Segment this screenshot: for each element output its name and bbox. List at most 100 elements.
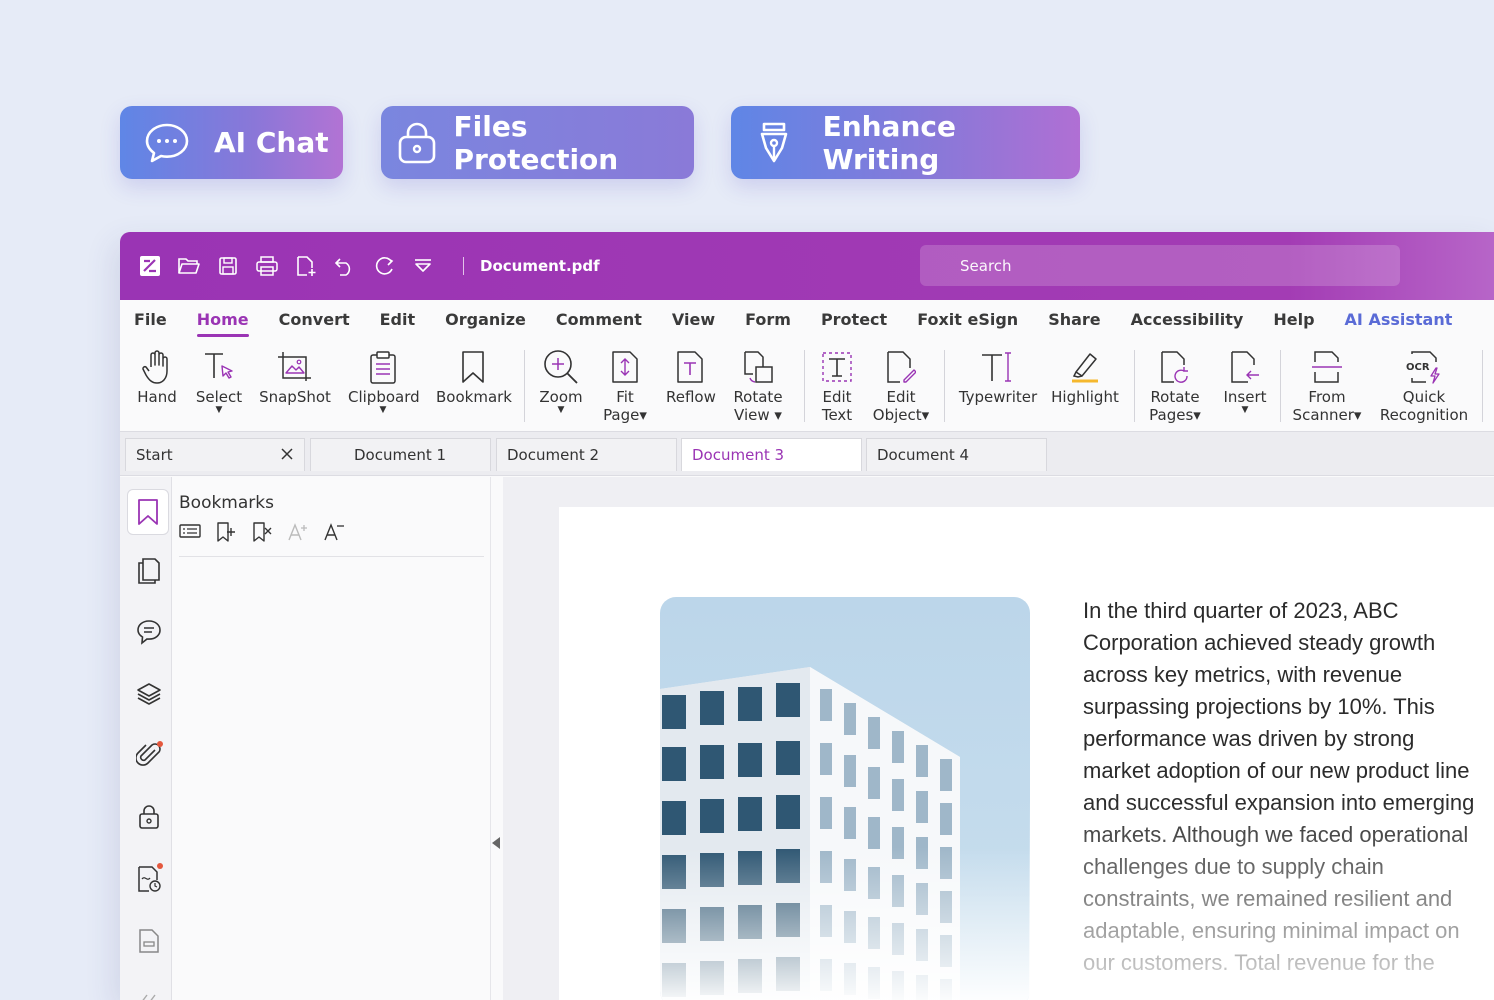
search-input[interactable]: Search	[920, 245, 1400, 286]
rotate-label: Rotate	[733, 388, 783, 406]
typewriter-button[interactable]: Typewriter	[958, 346, 1038, 406]
menu-home[interactable]: Home	[196, 310, 249, 337]
hand-icon	[134, 346, 180, 388]
print-icon[interactable]	[255, 254, 279, 278]
rotate-pages-second-line: Pages	[1149, 406, 1194, 424]
document-view[interactable]: In the third quarter of 2023, ABC Corpor…	[503, 477, 1494, 1000]
ocr-badge-text: OCR	[1406, 362, 1430, 373]
menu-accessibility[interactable]: Accessibility	[1131, 310, 1244, 329]
edit-text-button[interactable]: Edit Text	[816, 346, 858, 424]
clipboard-dropdown-caret[interactable]: ▼	[348, 406, 418, 415]
menu-file[interactable]: File	[134, 310, 167, 329]
from-scanner-button[interactable]: From Scanner▾	[1292, 346, 1362, 424]
page-label: Page▾	[603, 406, 647, 424]
attachments-panel-icon[interactable]	[129, 735, 169, 775]
hand-tool-button[interactable]: Hand	[134, 346, 180, 406]
menu-share[interactable]: Share	[1048, 310, 1100, 329]
menu-bar: File Home Convert Edit Organize Comment …	[120, 300, 1494, 338]
bookmarks-divider	[179, 556, 484, 557]
recognition-label: Recognition	[1379, 406, 1469, 424]
quick-label: Quick	[1402, 388, 1446, 406]
tab-start[interactable]: Start	[125, 438, 305, 471]
zoom-button[interactable]: Zoom ▼	[536, 346, 586, 415]
open-folder-icon[interactable]	[177, 254, 201, 278]
reduce-font-size-icon[interactable]	[323, 521, 345, 547]
select-label: Select	[195, 388, 243, 406]
edit-object-icon	[872, 346, 930, 388]
reflow-button[interactable]: Reflow	[666, 346, 716, 406]
signatures-panel-icon[interactable]	[129, 859, 169, 899]
bookmark-options-icon[interactable]	[179, 521, 201, 547]
building-photo	[660, 597, 1030, 1000]
delete-bookmark-icon[interactable]	[251, 521, 273, 547]
highlight-button[interactable]: Highlight	[1050, 346, 1120, 406]
bookmarks-title: Bookmarks	[179, 493, 274, 513]
insert-label: Insert	[1223, 388, 1267, 406]
app-logo-icon[interactable]	[138, 254, 162, 278]
tab-document-3[interactable]: Document 3	[681, 438, 862, 471]
security-panel-icon[interactable]	[129, 797, 169, 837]
rotate-view-button[interactable]: Rotate View ▾	[728, 346, 788, 424]
menu-convert[interactable]: Convert	[279, 310, 350, 329]
files-protection-label: Files Protection	[453, 109, 619, 176]
menu-comment[interactable]: Comment	[556, 310, 642, 329]
select-tool-button[interactable]: Select ▼	[194, 346, 244, 415]
reflow-icon	[666, 346, 714, 388]
menu-help[interactable]: Help	[1273, 310, 1314, 329]
enhance-writing-label: Enhance Writing	[822, 109, 956, 176]
undo-icon[interactable]	[333, 254, 357, 278]
pen-tool-panel-icon[interactable]	[129, 979, 169, 1000]
select-dropdown-caret[interactable]: ▼	[194, 406, 244, 415]
menu-edit[interactable]: Edit	[380, 310, 416, 329]
menu-organize[interactable]: Organize	[445, 310, 526, 329]
layers-panel-icon[interactable]	[129, 674, 169, 714]
menu-form[interactable]: Form	[745, 310, 791, 329]
new-file-icon[interactable]	[294, 254, 318, 278]
close-icon[interactable]	[280, 447, 294, 465]
form-fields-panel-icon[interactable]	[129, 921, 169, 961]
collapse-panel-arrow-icon[interactable]	[492, 837, 500, 849]
clipboard-icon	[348, 346, 418, 388]
title-bar: Document.pdf Search	[120, 232, 1494, 300]
ocr-icon: OCR	[1378, 346, 1470, 388]
menu-view[interactable]: View	[672, 310, 715, 329]
bookmarks-panel-icon[interactable]	[127, 489, 169, 535]
save-icon[interactable]	[216, 254, 240, 278]
fit-page-second-line: Page	[603, 406, 640, 424]
tab-document-4-label: Document 4	[877, 446, 970, 464]
pages-panel-icon[interactable]	[129, 551, 169, 591]
ribbon-separator	[804, 350, 805, 422]
menu-foxit-esign[interactable]: Foxit eSign	[917, 310, 1018, 329]
tab-document-1[interactable]: Document 1	[310, 438, 491, 471]
rotate-view-second-line: View	[734, 406, 770, 424]
menu-ai-assistant[interactable]: AI Assistant	[1345, 310, 1453, 329]
menu-protect[interactable]: Protect	[821, 310, 887, 329]
tab-document-2[interactable]: Document 2	[496, 438, 677, 471]
edit-label: Edit	[822, 388, 852, 406]
insert-dropdown-caret[interactable]: ▼	[1220, 406, 1270, 415]
comments-panel-icon[interactable]	[129, 612, 169, 652]
photo-fade-overlay	[660, 847, 1030, 1000]
clipboard-button[interactable]: Clipboard ▼	[348, 346, 420, 415]
snapshot-button[interactable]: SnapShot	[259, 346, 331, 406]
enhance-writing-feature-button[interactable]: Enhance Writing	[731, 106, 1080, 179]
tab-document-2-label: Document 2	[507, 446, 600, 464]
edit-text-icon	[816, 346, 858, 388]
bookmark-button[interactable]: Bookmark	[436, 346, 512, 406]
zoom-dropdown-caret[interactable]: ▼	[536, 406, 586, 415]
tab-document-4[interactable]: Document 4	[866, 438, 1047, 471]
ai-chat-feature-button[interactable]: AI Chat	[120, 106, 343, 179]
edit-object-button[interactable]: Edit Object▾	[872, 346, 930, 424]
files-protection-feature-button[interactable]: Files Protection	[381, 106, 694, 179]
ribbon-separator	[1134, 350, 1135, 422]
rotate-pages-button[interactable]: Rotate Pages▾	[1144, 346, 1206, 424]
insert-button[interactable]: Insert ▼	[1220, 346, 1270, 415]
fit-page-button[interactable]: Fit Page▾	[600, 346, 650, 424]
quick-recognition-button[interactable]: OCR Quick Recognition	[1378, 346, 1470, 424]
add-bookmark-icon[interactable]	[215, 521, 237, 547]
document-title: Document.pdf	[480, 257, 600, 275]
scanner-label: Scanner▾	[1292, 406, 1362, 424]
customize-dropdown-icon[interactable]	[411, 254, 435, 278]
from-label: From	[1308, 388, 1346, 406]
redo-icon[interactable]	[372, 254, 396, 278]
